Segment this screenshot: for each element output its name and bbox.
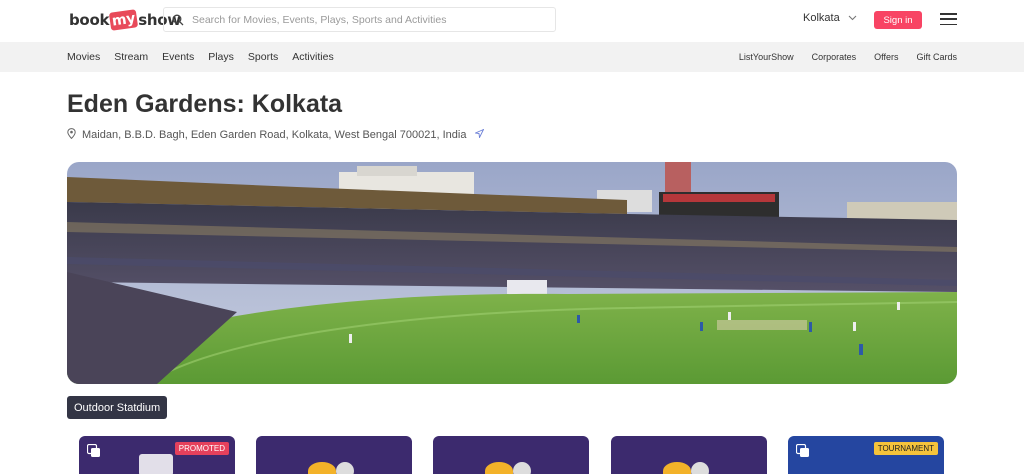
event-card[interactable]: TOURNAMENT xyxy=(788,436,944,474)
team-logo-icon xyxy=(691,462,709,474)
nav-item-movies[interactable]: Movies xyxy=(67,51,100,63)
venue-address: Maidan, B.B.D. Bagh, Eden Garden Road, K… xyxy=(67,128,485,142)
promoted-badge: PROMOTED xyxy=(174,442,229,455)
nav-item-listyourshow[interactable]: ListYourShow xyxy=(739,52,794,62)
subnav-right: ListYourShow Corporates Offers Gift Card… xyxy=(721,52,957,62)
nav-item-events[interactable]: Events xyxy=(162,51,194,63)
city-label: Kolkata xyxy=(803,12,840,24)
top-header: bookmyshow Kolkata Sign in xyxy=(0,0,1024,42)
nav-item-corporates[interactable]: Corporates xyxy=(812,52,857,62)
hamburger-menu-icon[interactable] xyxy=(940,13,957,25)
nav-item-gift-cards[interactable]: Gift Cards xyxy=(916,52,957,62)
event-card[interactable] xyxy=(433,436,589,474)
directions-icon[interactable] xyxy=(474,128,485,141)
copy-icon xyxy=(86,443,101,458)
search-icon xyxy=(164,14,192,26)
venue-hero-image xyxy=(67,162,957,384)
venue-category-tag: Outdoor Statdium xyxy=(67,396,168,419)
team-logo-icon xyxy=(513,462,531,474)
tournament-badge: TOURNAMENT xyxy=(873,442,938,455)
subnav-left: Movies Stream Events Plays Sports Activi… xyxy=(67,51,348,63)
nav-item-plays[interactable]: Plays xyxy=(208,51,234,63)
event-card[interactable] xyxy=(256,436,412,474)
search-bar[interactable] xyxy=(163,7,556,32)
logo-text-my: my xyxy=(109,9,139,31)
team-logo-icon xyxy=(336,462,354,474)
nav-item-activities[interactable]: Activities xyxy=(292,51,333,63)
event-card[interactable]: PROMOTED xyxy=(79,436,235,474)
team-logo-icon xyxy=(485,462,513,474)
sub-navigation: Movies Stream Events Plays Sports Activi… xyxy=(0,42,1024,72)
location-pin-icon xyxy=(67,128,76,142)
event-card[interactable] xyxy=(611,436,767,474)
team-logo-icon xyxy=(308,462,336,474)
address-text: Maidan, B.B.D. Bagh, Eden Garden Road, K… xyxy=(82,129,467,141)
venue-title: Eden Gardens: Kolkata xyxy=(67,90,343,118)
team-logo-icon xyxy=(663,462,691,474)
logo-text-book: book xyxy=(69,11,110,29)
sign-in-button[interactable]: Sign in xyxy=(874,11,922,29)
ipl-logo-icon xyxy=(139,454,173,474)
copy-icon xyxy=(795,443,810,458)
chevron-down-icon xyxy=(848,12,857,24)
search-input[interactable] xyxy=(192,13,555,26)
nav-item-offers[interactable]: Offers xyxy=(874,52,898,62)
nav-item-sports[interactable]: Sports xyxy=(248,51,278,63)
city-selector[interactable]: Kolkata xyxy=(803,12,857,24)
nav-item-stream[interactable]: Stream xyxy=(114,51,148,63)
